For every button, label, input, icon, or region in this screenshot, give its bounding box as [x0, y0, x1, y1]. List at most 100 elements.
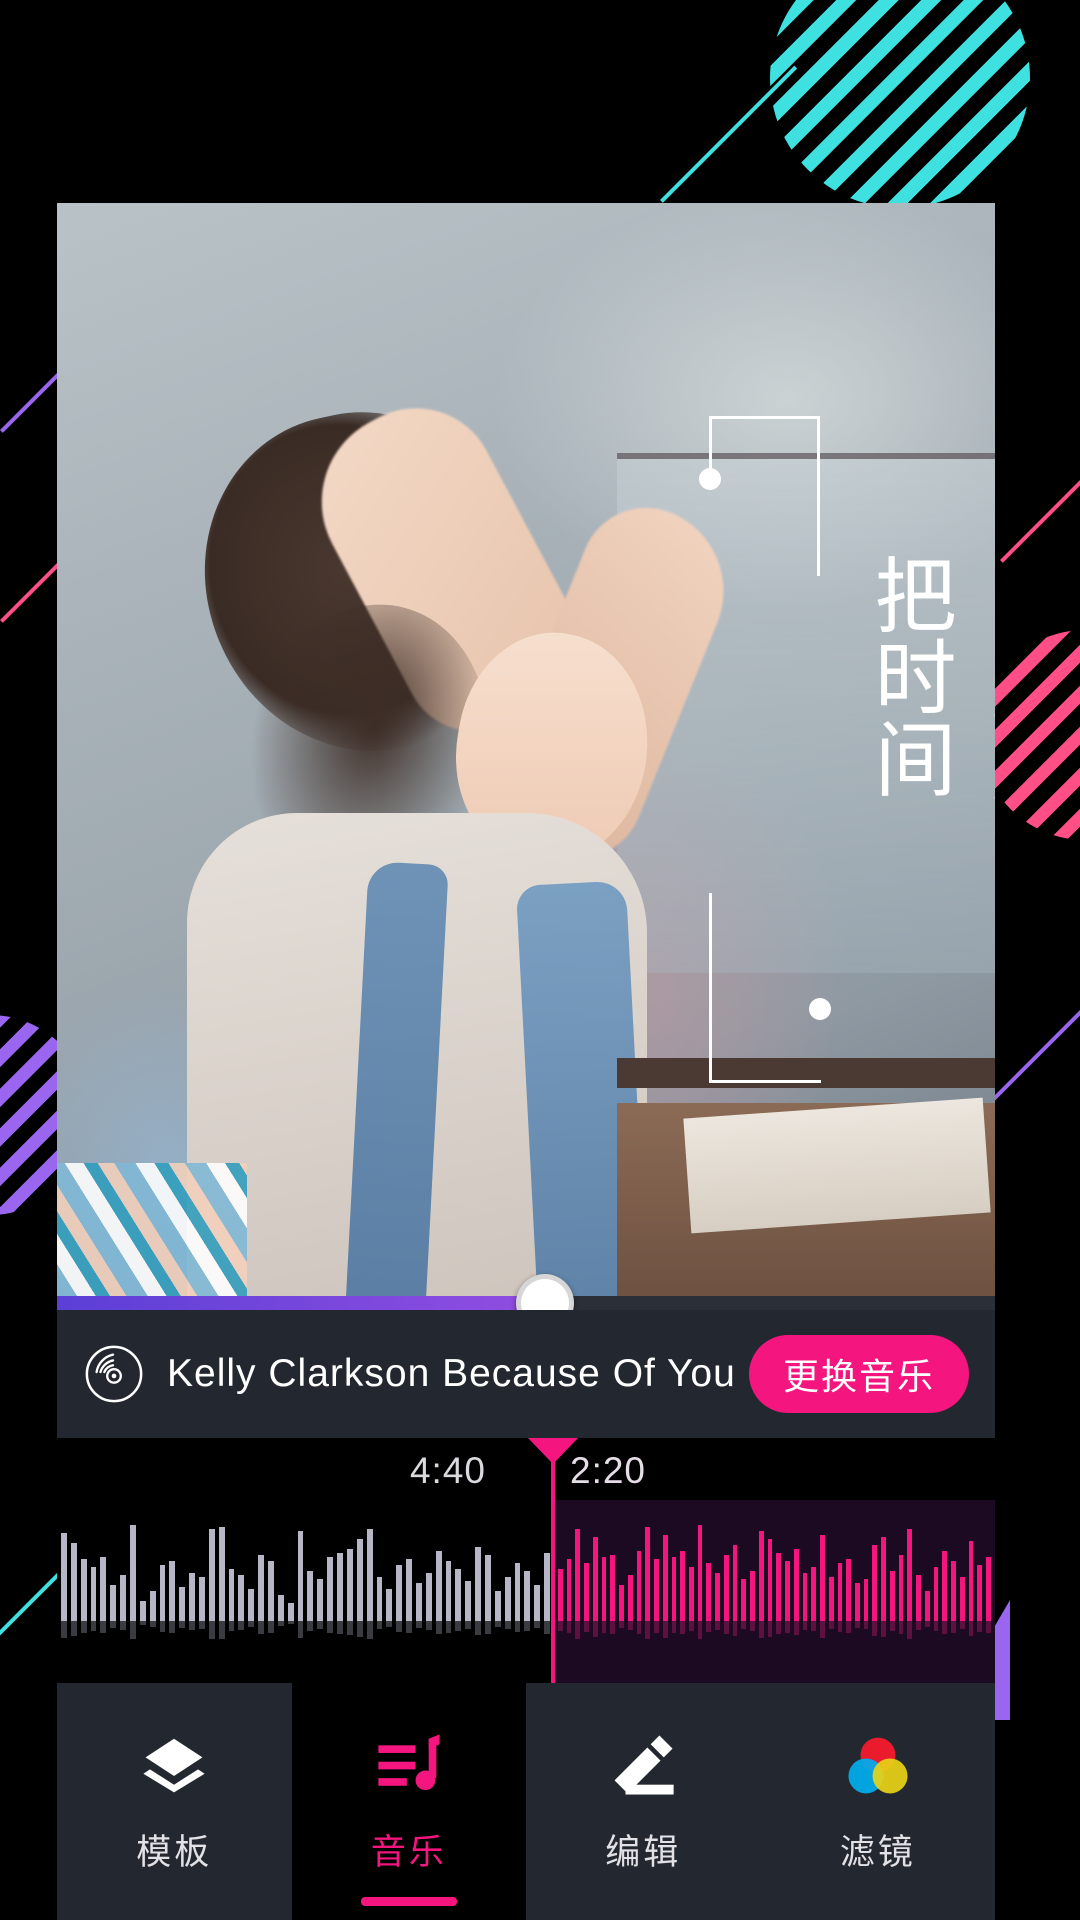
waveform-bar — [80, 1559, 87, 1621]
waveform-bar-reflection — [455, 1621, 462, 1631]
waveform-bar-reflection — [61, 1621, 67, 1638]
waveform-bar — [558, 1569, 563, 1621]
nav-item-edit[interactable]: 编辑 — [526, 1683, 761, 1920]
waveform-bar-reflection — [968, 1621, 974, 1637]
nav-item-music[interactable]: 音乐 — [291, 1683, 526, 1920]
waveform-bar — [566, 1559, 572, 1621]
waveform-bar — [916, 1575, 921, 1621]
nav-item-filter[interactable]: 滤镜 — [760, 1683, 995, 1920]
waveform-body[interactable] — [57, 1500, 995, 1683]
waveform-right-reflection — [554, 1621, 995, 1669]
waveform-bar — [951, 1561, 956, 1621]
waveform-bar-reflection — [636, 1621, 642, 1635]
music-track-title: Kelly Clarkson Because Of You — [167, 1352, 736, 1395]
waveform-bar — [346, 1549, 353, 1621]
waveform-bar-reflection — [514, 1621, 521, 1633]
waveform-bar-reflection — [208, 1621, 215, 1639]
waveform-bar-reflection — [584, 1621, 589, 1633]
waveform-bar — [601, 1557, 607, 1621]
waveform-bar-reflection — [415, 1621, 422, 1629]
waveform-bar — [977, 1565, 982, 1621]
waveform-bar-reflection — [287, 1621, 294, 1625]
waveform-bar-reflection — [159, 1621, 166, 1632]
waveform-bar-reflection — [697, 1621, 703, 1640]
waveform-bar-reflection — [90, 1621, 97, 1632]
waveform-bar — [386, 1589, 393, 1621]
waveform-bar-reflection — [169, 1621, 176, 1633]
playhead-marker-icon — [528, 1438, 578, 1464]
waveform-bar — [189, 1573, 196, 1621]
waveform-bar — [435, 1551, 442, 1621]
color-filter-icon — [841, 1728, 915, 1802]
waveform-bar — [327, 1557, 334, 1621]
waveform-bar — [985, 1557, 991, 1621]
waveform-bar-reflection — [149, 1621, 156, 1627]
waveform-section[interactable]: 4:40 2:20 — [57, 1438, 995, 1683]
waveform-bar — [854, 1583, 860, 1621]
change-music-button[interactable]: 更换音乐 — [748, 1335, 969, 1413]
waveform-unplayed[interactable] — [57, 1500, 554, 1683]
photo-text-overlay[interactable]: 把时间 放在相册里 — [687, 388, 995, 1103]
waveform-bar-reflection — [465, 1621, 472, 1629]
pencil-icon — [606, 1728, 680, 1802]
waveform-bar — [889, 1571, 895, 1621]
waveform-bar — [706, 1563, 712, 1621]
waveform-bar-reflection — [863, 1621, 869, 1630]
waveform-playhead[interactable] — [528, 1438, 578, 1683]
waveform-bar — [445, 1561, 452, 1621]
diagonal-line-cyan-icon — [660, 65, 798, 203]
waveform-bar-reflection — [558, 1621, 563, 1631]
waveform-bar-reflection — [811, 1621, 817, 1632]
waveform-bar-reflection — [715, 1621, 720, 1631]
waveform-bar-reflection — [386, 1621, 393, 1628]
waveform-bar — [465, 1581, 472, 1621]
photo-preview[interactable]: 把时间 放在相册里 — [57, 203, 995, 1296]
waveform-bar — [767, 1539, 773, 1621]
waveform-bar — [697, 1525, 703, 1621]
waveform-bar — [139, 1601, 146, 1621]
waveform-bar-reflection — [758, 1621, 764, 1639]
waveform-bar — [645, 1527, 651, 1621]
nav-label-template: 模板 — [136, 1833, 213, 1872]
waveform-bar-reflection — [356, 1621, 363, 1637]
waveform-bar-reflection — [889, 1621, 895, 1631]
waveform-bar — [907, 1529, 913, 1621]
waveform-bar — [732, 1545, 738, 1621]
photo-progress-bar[interactable] — [57, 1274, 995, 1332]
waveform-bar-reflection — [258, 1621, 265, 1634]
waveform-bar — [654, 1559, 659, 1621]
waveform-bar — [169, 1561, 176, 1621]
waveform-bar — [159, 1565, 166, 1621]
waveform-bar — [228, 1569, 235, 1621]
waveform-bar-reflection — [741, 1621, 747, 1630]
nav-item-template[interactable]: 模板 — [57, 1683, 292, 1920]
waveform-bar-reflection — [566, 1621, 572, 1633]
waveform-bar-reflection — [592, 1621, 598, 1638]
waveform-played[interactable] — [554, 1500, 995, 1683]
waveform-bar — [297, 1531, 304, 1621]
waveform-bar-reflection — [854, 1621, 860, 1629]
waveform-bar-reflection — [924, 1621, 930, 1627]
waveform-bar — [544, 1553, 550, 1621]
waveform-bar — [110, 1585, 117, 1621]
waveform-bar — [750, 1571, 755, 1621]
waveform-bar-reflection — [985, 1621, 991, 1634]
waveform-bar-reflection — [776, 1621, 782, 1635]
waveform-bar-reflection — [977, 1621, 982, 1632]
waveform-bar-reflection — [959, 1621, 965, 1630]
waveform-bar-reflection — [881, 1621, 886, 1638]
waveform-bar — [287, 1603, 294, 1621]
waveform-bar — [837, 1563, 843, 1621]
waveform-bar — [130, 1525, 136, 1621]
waveform-bar — [475, 1547, 481, 1621]
waveform-bar — [514, 1563, 521, 1621]
waveform-bar — [872, 1545, 878, 1621]
waveform-bar — [317, 1579, 324, 1621]
waveform-time-labels: 4:40 2:20 — [57, 1438, 995, 1500]
waveform-bar-reflection — [80, 1621, 87, 1633]
waveform-left-reflection — [57, 1621, 554, 1669]
waveform-bar-reflection — [828, 1621, 834, 1630]
waveform-bar — [776, 1553, 782, 1621]
waveform-bar-reflection — [228, 1621, 235, 1631]
waveform-bar-reflection — [277, 1621, 284, 1626]
